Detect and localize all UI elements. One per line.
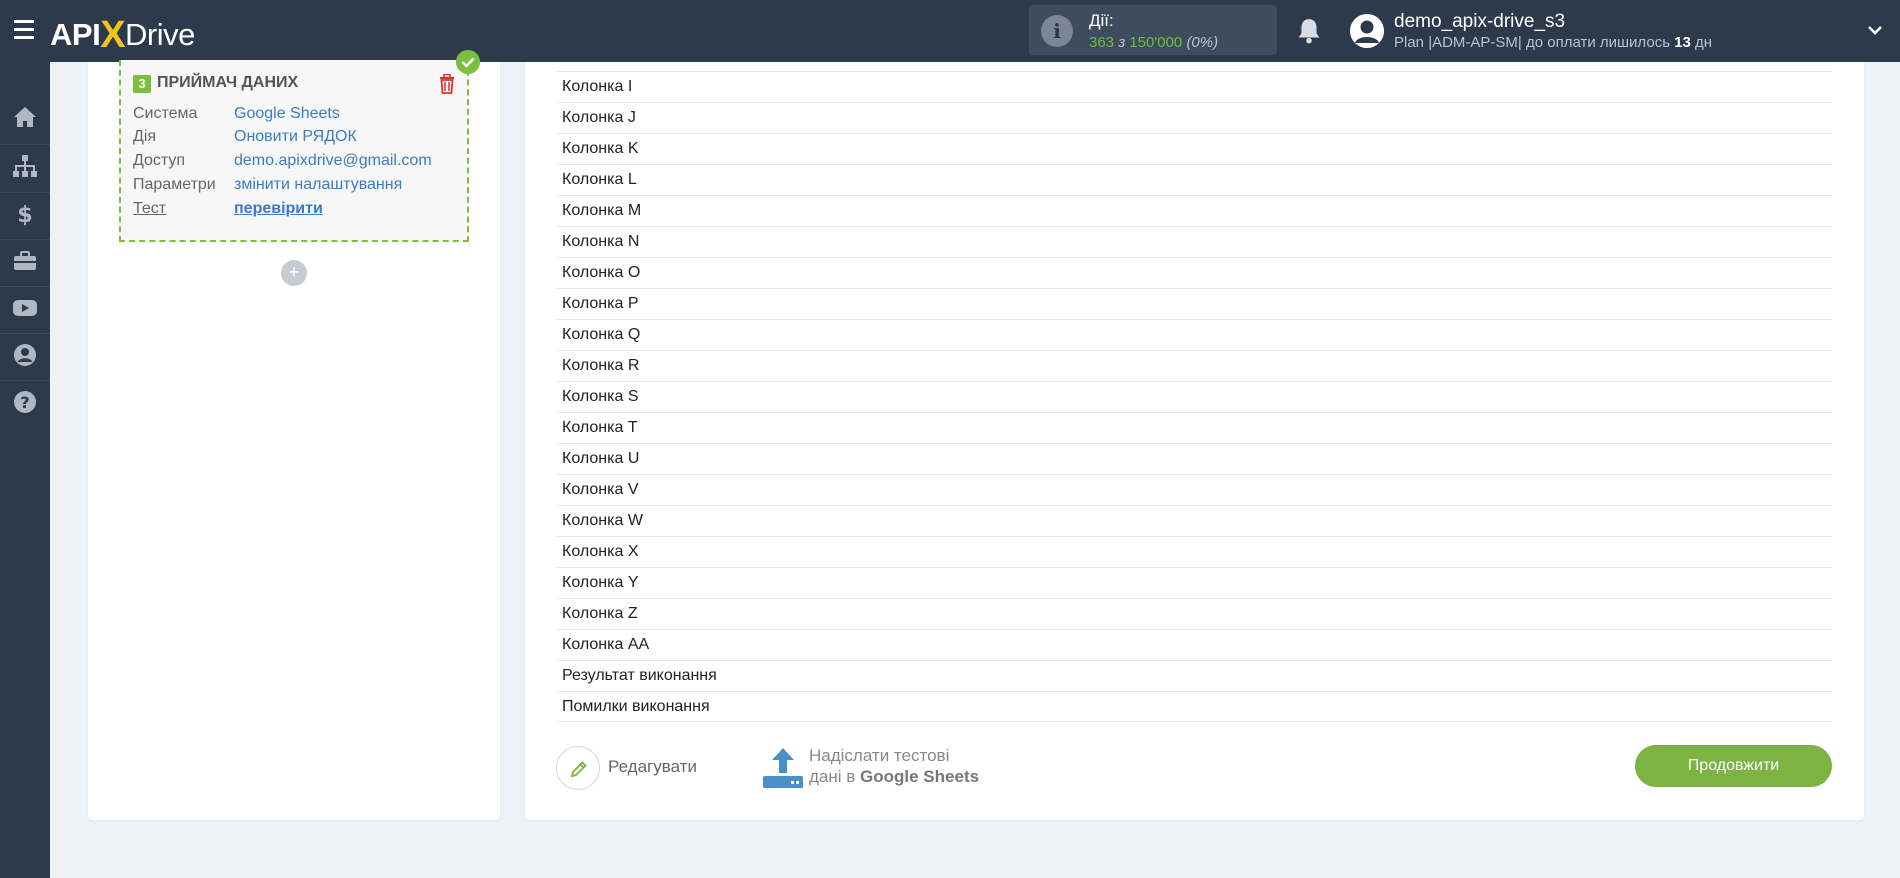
step-number: 3 — [133, 75, 151, 93]
send-label-line2[interactable]: дані в Google Sheets — [809, 767, 979, 787]
upload-icon — [763, 748, 803, 788]
table-row: Колонка V — [556, 474, 1832, 505]
table-row: Колонка S — [556, 381, 1832, 412]
send-label-line1[interactable]: Надіслати тестові — [809, 746, 949, 766]
table-row: Колонка Y — [556, 567, 1832, 598]
home-icon[interactable] — [12, 104, 38, 130]
receiver-title: ПРИЙМАЧ ДАНИХ — [157, 74, 299, 91]
pencil-icon — [570, 761, 587, 778]
columns-table: Колонка I Колонка J Колонка K Колонка L Коло… — [556, 71, 1832, 722]
test-data-panel: Колонка I Колонка J Колонка K Колонка L Коло… — [525, 62, 1864, 820]
table-row: Колонка U — [556, 443, 1832, 474]
briefcase-icon[interactable] — [12, 248, 38, 274]
table-row: Колонка I — [556, 71, 1832, 102]
account-icon[interactable] — [12, 342, 38, 368]
table-row: Колонка Q — [556, 319, 1832, 350]
actions-label: Дії: — [1089, 11, 1114, 30]
left-nav: $ ? — [0, 62, 50, 878]
table-row: Колонка M — [556, 195, 1832, 226]
actions-value: 363 з 150'000 (0%) — [1089, 34, 1219, 51]
actions-counter[interactable]: i Дії: 363 з 150'000 (0%) — [1029, 5, 1277, 55]
table-row: Колонка Z — [556, 598, 1832, 629]
check-icon — [456, 50, 480, 74]
svg-text:$: $ — [17, 203, 32, 226]
table-row: Колонка O — [556, 257, 1832, 288]
connection-steps-panel: 3 ПРИЙМАЧ ДАНИХ Система Google Sheets Ді… — [88, 60, 500, 820]
table-row: Результат виконання — [556, 660, 1832, 691]
table-row: Колонка K — [556, 133, 1832, 164]
table-row: Колонка W — [556, 505, 1832, 536]
user-plan: Plan |ADM-AP-SM| до оплати лишилось 13 д… — [1394, 34, 1713, 51]
table-row: Колонка J — [556, 102, 1832, 133]
table-row: Колонка AA — [556, 629, 1832, 660]
table-row: Колонка T — [556, 412, 1832, 443]
logo[interactable]: APIXDrive — [50, 12, 195, 56]
user-name[interactable]: demo_apix-drive_s3 — [1394, 11, 1565, 33]
menu-icon[interactable] — [14, 20, 34, 39]
table-row: Помилки виконання — [556, 691, 1832, 722]
dollar-icon[interactable]: $ — [12, 200, 38, 226]
table-row: Колонка X — [556, 536, 1832, 567]
table-row: Колонка P — [556, 288, 1832, 319]
info-icon: i — [1041, 15, 1073, 47]
table-row: Колонка L — [556, 164, 1832, 195]
add-step-button[interactable]: + — [281, 260, 307, 286]
youtube-icon[interactable] — [12, 295, 38, 321]
table-row: Колонка R — [556, 350, 1832, 381]
help-icon[interactable]: ? — [12, 389, 38, 415]
user-icon[interactable] — [1350, 14, 1384, 48]
trash-icon[interactable] — [439, 74, 455, 94]
sitemap-icon[interactable] — [12, 153, 38, 179]
bell-icon[interactable] — [1296, 17, 1322, 45]
top-bar: APIXDrive i Дії: 363 з 150'000 (0%) demo… — [0, 0, 1900, 62]
table-row: Колонка N — [556, 226, 1832, 257]
edit-label[interactable]: Редагувати — [608, 757, 697, 777]
svg-text:?: ? — [20, 393, 29, 412]
edit-circle[interactable] — [556, 746, 600, 790]
chevron-down-icon[interactable] — [1867, 22, 1883, 38]
continue-button[interactable]: Продовжити — [1635, 745, 1832, 787]
receiver-block[interactable]: 3 ПРИЙМАЧ ДАНИХ Система Google Sheets Ді… — [119, 60, 469, 242]
